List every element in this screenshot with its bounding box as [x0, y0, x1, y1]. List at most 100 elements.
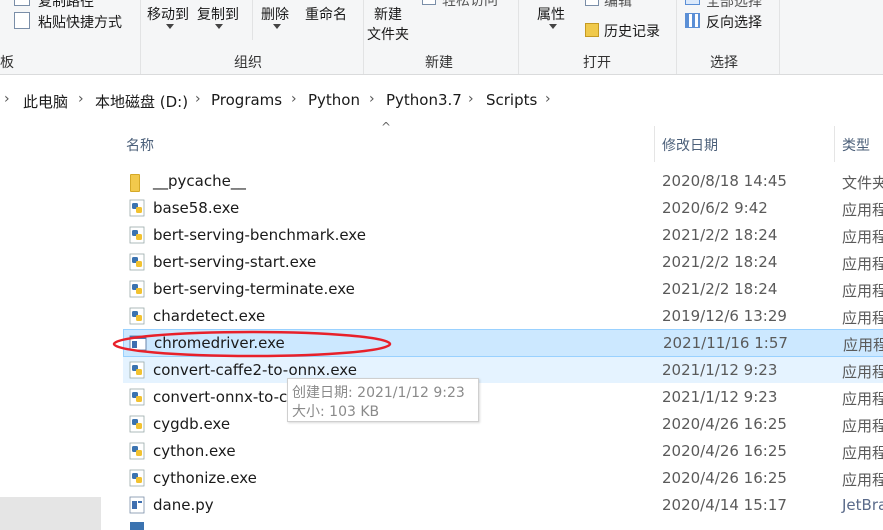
easy-access-icon — [422, 0, 436, 5]
file-name: cython.exe — [153, 442, 236, 460]
annotation-ellipse — [112, 330, 392, 358]
column-divider[interactable] — [654, 126, 655, 162]
list-item-partial[interactable] — [123, 519, 883, 530]
folder-icon — [130, 174, 140, 192]
file-name: bert-serving-benchmark.exe — [153, 226, 366, 244]
breadcrumb-item[interactable]: 此电脑 — [23, 91, 68, 112]
file-date: 2019/12/6 13:29 — [662, 307, 787, 325]
invert-selection-icon — [685, 13, 700, 28]
paste-shortcut-icon — [14, 12, 30, 29]
list-item[interactable]: convert-onnx-to-caffe2.exe 2021/1/12 9:2… — [123, 384, 883, 410]
file-date: 2021/1/12 9:23 — [662, 361, 778, 379]
breadcrumb-item[interactable]: Scripts — [486, 91, 537, 109]
file-name: bert-serving-terminate.exe — [153, 280, 355, 298]
file-name: cygdb.exe — [153, 415, 231, 433]
history-icon — [585, 23, 599, 37]
column-header-date[interactable]: 修改日期 — [662, 135, 718, 155]
list-item[interactable]: __pycache__ 2020/8/18 14:45 文件夹 — [123, 168, 883, 194]
delete-button[interactable]: 删除 — [261, 4, 289, 24]
move-to-button[interactable]: 移动到 — [147, 4, 189, 24]
chevron-right-icon: › — [369, 91, 375, 107]
file-type: 应用程序 — [843, 336, 883, 354]
edit-button[interactable]: 编辑 — [604, 0, 632, 11]
file-date: 2021/2/2 18:24 — [662, 280, 778, 298]
easy-access-button[interactable]: 轻松访问 — [442, 0, 498, 10]
file-name: bert-serving-start.exe — [153, 253, 317, 271]
file-type: 应用程序 — [842, 309, 883, 327]
python-exe-icon — [129, 226, 145, 244]
file-name: dane.py — [153, 496, 214, 514]
file-name: __pycache__ — [153, 172, 246, 190]
new-group-label: 新建 — [425, 55, 453, 71]
python-exe-icon — [129, 388, 145, 406]
ribbon: 复制路径 粘贴快捷方式 板 移动到 复制到 删除 重命名 组织 新建 文件夹 轻… — [0, 0, 883, 75]
list-item[interactable]: bert-serving-terminate.exe 2021/2/2 18:2… — [123, 276, 883, 302]
breadcrumb-item[interactable]: 本地磁盘 (D:) — [95, 91, 188, 112]
new-folder-button-line2[interactable]: 文件夹 — [367, 24, 409, 44]
python-exe-icon — [129, 307, 145, 325]
select-all-icon — [685, 0, 700, 5]
python-exe-icon — [129, 415, 145, 433]
chevron-right-icon: › — [291, 91, 297, 107]
tooltip-size: 大小: 103 KB — [292, 404, 380, 420]
file-type: 应用程序 — [842, 417, 883, 435]
breadcrumb-item[interactable]: Python3.7 — [386, 91, 462, 109]
file-type: 应用程序 — [842, 228, 883, 246]
file-date: 2020/4/26 16:25 — [662, 415, 787, 433]
new-folder-button[interactable]: 新建 — [374, 4, 402, 24]
select-group-label: 选择 — [710, 55, 738, 71]
file-name: cythonize.exe — [153, 469, 257, 487]
chevron-right-icon: › — [195, 91, 201, 107]
list-item[interactable]: base58.exe 2020/6/2 9:42 应用程序 — [123, 195, 883, 221]
breadcrumb-item[interactable]: Programs — [211, 91, 282, 109]
file-date: 2020/8/18 14:45 — [662, 172, 787, 190]
rename-button[interactable]: 重命名 — [305, 4, 347, 24]
file-name: base58.exe — [153, 199, 240, 217]
list-item[interactable]: cygdb.exe 2020/4/26 16:25 应用程序 — [123, 411, 883, 437]
clipboard-group-label: 板 — [0, 55, 14, 71]
python-exe-icon — [130, 522, 144, 530]
navigation-pane[interactable] — [0, 118, 101, 530]
list-item-hovered[interactable]: convert-caffe2-to-onnx.exe 2021/1/12 9:2… — [123, 357, 883, 383]
list-item[interactable]: cythonize.exe 2020/4/26 16:25 应用程序 — [123, 465, 883, 491]
group-separator — [363, 0, 364, 74]
file-date: 2021/11/16 1:57 — [663, 334, 788, 352]
edit-icon — [585, 0, 599, 6]
python-exe-icon — [129, 253, 145, 271]
list-item[interactable]: chardetect.exe 2019/12/6 13:29 应用程序 — [123, 303, 883, 329]
address-bar[interactable]: › 此电脑 › 本地磁盘 (D:) › Programs › Python › … — [0, 82, 883, 118]
chevron-right-icon: › — [78, 91, 84, 107]
sort-ascending-icon: ^ — [381, 120, 392, 134]
list-item[interactable]: dane.py 2020/4/14 15:17 JetBrains — [123, 492, 883, 518]
invert-selection-button[interactable]: 反向选择 — [706, 12, 762, 32]
copy-path-button[interactable]: 复制路径 — [38, 0, 94, 11]
file-list: __pycache__ 2020/8/18 14:45 文件夹 base58.e… — [0, 0, 883, 530]
paste-shortcut-button[interactable]: 粘贴快捷方式 — [38, 12, 122, 32]
python-exe-icon — [129, 361, 145, 379]
python-exe-icon — [129, 442, 145, 460]
organize-group-label: 组织 — [234, 55, 262, 71]
copy-to-button[interactable]: 复制到 — [197, 4, 239, 24]
select-all-button[interactable]: 全部选择 — [706, 0, 762, 11]
column-header-name[interactable]: 名称 — [126, 135, 154, 155]
group-separator — [779, 0, 780, 74]
history-button[interactable]: 历史记录 — [604, 21, 660, 41]
list-item[interactable]: cython.exe 2020/4/26 16:25 应用程序 — [123, 438, 883, 464]
navigation-pane-selected-item[interactable] — [0, 497, 101, 530]
chevron-right-icon: › — [4, 91, 10, 107]
file-type: 应用程序 — [842, 282, 883, 300]
column-header-type[interactable]: 类型 — [842, 135, 870, 155]
tooltip-created-date: 创建日期: 2021/1/12 9:23 — [292, 385, 465, 401]
file-name: chardetect.exe — [153, 307, 266, 325]
py-file-icon — [129, 496, 145, 514]
properties-button[interactable]: 属性 — [537, 4, 565, 24]
column-divider[interactable] — [834, 126, 835, 162]
file-type: 应用程序 — [842, 255, 883, 273]
breadcrumb-item[interactable]: Python — [308, 91, 360, 109]
list-item[interactable]: bert-serving-start.exe 2021/2/2 18:24 应用… — [123, 249, 883, 275]
group-separator — [140, 0, 141, 74]
chevron-right-icon: › — [545, 91, 551, 107]
file-type: 应用程序 — [842, 363, 883, 381]
group-separator — [518, 0, 519, 74]
list-item[interactable]: bert-serving-benchmark.exe 2021/2/2 18:2… — [123, 222, 883, 248]
